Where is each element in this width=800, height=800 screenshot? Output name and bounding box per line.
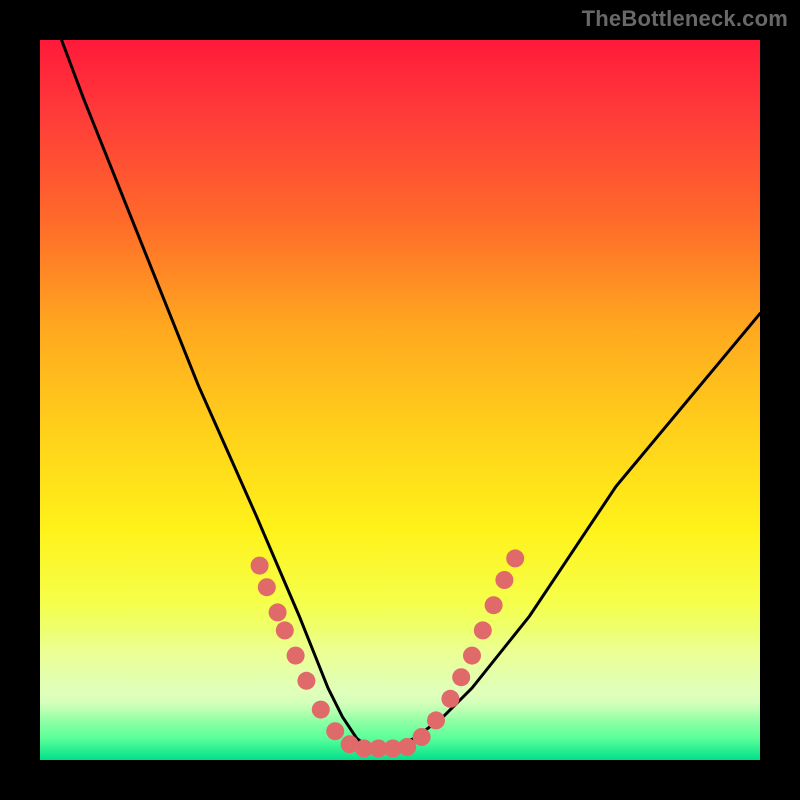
marker-dot (474, 621, 492, 639)
marker-dot (463, 647, 481, 665)
marker-dot (413, 728, 431, 746)
marker-dot (276, 621, 294, 639)
plot-area (40, 40, 760, 760)
marker-dot (441, 690, 459, 708)
marker-dot (326, 722, 344, 740)
marker-dot (251, 557, 269, 575)
attribution-label: TheBottleneck.com (582, 6, 788, 32)
marker-dot (287, 647, 305, 665)
marker-dot (485, 596, 503, 614)
bottleneck-curve (40, 0, 760, 749)
curve-layer (40, 40, 760, 760)
chart-frame: TheBottleneck.com (0, 0, 800, 800)
marker-dots-group (251, 549, 525, 757)
marker-dot (258, 578, 276, 596)
marker-dot (506, 549, 524, 567)
marker-dot (312, 701, 330, 719)
marker-dot (495, 571, 513, 589)
marker-dot (452, 668, 470, 686)
marker-dot (269, 603, 287, 621)
marker-dot (297, 672, 315, 690)
marker-dot (427, 711, 445, 729)
